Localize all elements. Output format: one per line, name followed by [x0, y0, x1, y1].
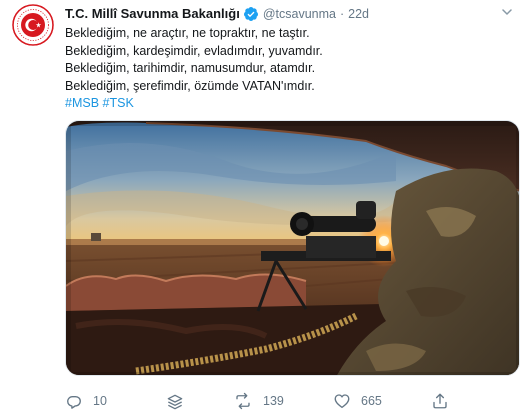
retweet-count: 139	[263, 394, 284, 408]
tweet-line: Beklediğim, tarihimdir, namusumdur, atam…	[65, 61, 316, 75]
share-icon	[433, 393, 447, 409]
hashtag-link[interactable]: #TSK	[103, 96, 134, 110]
thread-button[interactable]	[165, 392, 195, 412]
separator-dot: ·	[339, 7, 345, 21]
thread-icon	[167, 394, 183, 410]
handle[interactable]: @tcsavunma	[263, 6, 336, 22]
timestamp[interactable]: 22d	[348, 6, 369, 22]
retweet-icon	[236, 392, 250, 410]
tweet-text: Beklediğim, ne araçtır, ne topraktır, ne…	[65, 25, 515, 113]
msb-emblem-icon	[12, 4, 54, 46]
reply-button[interactable]: 10	[65, 392, 107, 410]
like-count: 665	[361, 394, 382, 408]
tweet-actions: 10 139 665	[65, 392, 465, 412]
share-button[interactable]	[431, 392, 459, 410]
reply-icon	[67, 395, 81, 409]
avatar[interactable]	[12, 4, 54, 46]
chevron-down-icon[interactable]	[500, 5, 514, 19]
retweet-button[interactable]: 139	[233, 392, 284, 410]
tweet-line: Beklediğim, kardeşimdir, evladımdır, yuv…	[65, 43, 323, 58]
heart-icon	[334, 394, 350, 409]
like-button[interactable]: 665	[333, 392, 382, 410]
photo-soldier-sniper-sunset	[66, 121, 519, 375]
reply-count: 10	[93, 394, 107, 408]
tweet-line: Beklediğim, ne araçtır, ne topraktır, ne…	[65, 26, 310, 40]
tweet-header: T.C. Millî Savunma Bakanlığı @tcsavunma …	[65, 6, 369, 22]
tweet-line: Beklediğim, şerefimdir, özümde VATAN'ımd…	[65, 78, 315, 93]
tweet-card[interactable]: T.C. Millî Savunma Bakanlığı @tcsavunma …	[0, 0, 528, 419]
hashtag-link[interactable]: #MSB	[65, 96, 99, 110]
display-name[interactable]: T.C. Millî Savunma Bakanlığı	[65, 6, 240, 22]
tweet-photo[interactable]	[65, 120, 520, 376]
hashtags: #MSB #TSK	[65, 95, 515, 113]
verified-badge-icon	[243, 7, 258, 21]
